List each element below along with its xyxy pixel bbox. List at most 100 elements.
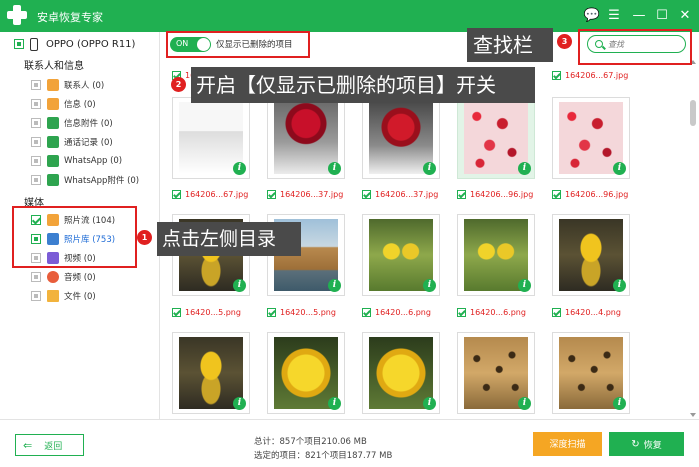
info-icon[interactable]: i (613, 397, 626, 410)
file-name[interactable]: 16420...6.png (362, 306, 431, 318)
checkbox[interactable] (31, 137, 41, 147)
photo-thumbnail[interactable]: i (457, 214, 535, 296)
info-icon[interactable]: i (423, 162, 436, 175)
info-icon[interactable]: i (233, 162, 246, 175)
checkbox[interactable] (552, 70, 561, 80)
step-badge-2: 2 (171, 77, 186, 92)
photo-thumbnail[interactable]: i (552, 332, 630, 414)
info-icon[interactable]: i (518, 397, 531, 410)
checkbox[interactable] (362, 189, 371, 199)
checkbox[interactable] (362, 307, 371, 317)
photo-thumbnail[interactable]: i (552, 97, 630, 179)
info-icon[interactable]: i (613, 279, 626, 292)
info-icon[interactable]: i (423, 397, 436, 410)
sidebar-item-whatsapp-attachments[interactable]: WhatsApp附件 (0) (31, 173, 139, 187)
file-name[interactable]: 16420...4.png (552, 306, 621, 318)
red-petals-image (464, 102, 528, 174)
photo-thumbnail[interactable]: i (172, 97, 250, 179)
device-row[interactable]: OPPO (OPPO R11) (14, 37, 135, 51)
whatsapp-attachment-icon (47, 174, 59, 186)
leopard-image (559, 337, 623, 409)
photo-thumbnail[interactable]: i (362, 97, 440, 179)
sidebar-item-label: 文件 (0) (64, 292, 96, 302)
checkbox[interactable] (267, 189, 276, 199)
back-button[interactable]: ⇐ 返回 (15, 434, 84, 456)
file-name-text: 164206...96.jpg (470, 189, 534, 199)
scroll-thumb[interactable] (690, 100, 696, 126)
sidebar-item-audio[interactable]: 音频 (0) (31, 270, 96, 284)
file-name[interactable]: 16420...6.png (457, 306, 526, 318)
app-title: 安卓恢复专家 (37, 11, 103, 24)
checkbox[interactable] (552, 189, 561, 199)
file-name-text: 164206...67.jpg (185, 189, 249, 199)
photo-thumbnail[interactable]: i (552, 214, 630, 296)
checkbox[interactable] (457, 307, 466, 317)
app-logo-icon (6, 4, 28, 26)
info-icon[interactable]: i (518, 279, 531, 292)
chat-icon[interactable]: 💬 (583, 7, 601, 25)
checkbox[interactable] (172, 307, 181, 317)
yellow-flower-image (369, 337, 433, 409)
menu-icon[interactable]: ☰ (605, 7, 623, 25)
photo-thumbnail[interactable]: i (267, 97, 345, 179)
yellow-duck-image (179, 337, 243, 409)
file-name-text: 16420...4.png (565, 307, 621, 317)
checkbox[interactable] (31, 291, 41, 301)
file-name[interactable]: 16420...5.png (172, 306, 241, 318)
back-button-label: 返回 (44, 440, 63, 451)
maximize-icon[interactable]: ☐ (653, 7, 671, 25)
photo-thumbnail[interactable]: i (457, 97, 535, 179)
photo-thumbnail[interactable]: i (267, 332, 345, 414)
file-name[interactable]: 164206...96.jpg (552, 188, 628, 200)
checkbox[interactable] (31, 272, 41, 282)
checkbox[interactable] (552, 307, 561, 317)
message-icon (47, 98, 59, 110)
sidebar-item-messages[interactable]: 信息 (0) (31, 97, 96, 111)
recover-button[interactable]: ↻ 恢复 (609, 432, 684, 456)
file-name[interactable]: 16420...5.png (267, 306, 336, 318)
info-icon[interactable]: i (328, 397, 341, 410)
sidebar-item-files[interactable]: 文件 (0) (31, 289, 96, 303)
scroll-down-icon[interactable] (690, 413, 696, 417)
file-name-text: 164206...96.jpg (565, 189, 629, 199)
vertical-scrollbar[interactable] (689, 60, 697, 417)
sidebar-item-label: 联系人 (0) (64, 81, 105, 91)
sidebar-item-message-attachments[interactable]: 信息附件 (0) (31, 116, 113, 130)
info-icon[interactable]: i (518, 162, 531, 175)
file-name[interactable]: 164206...96.jpg (457, 188, 533, 200)
sidebar-item-contacts[interactable]: 联系人 (0) (31, 78, 104, 92)
red-petals-image (559, 102, 623, 174)
sidebar-item-call-log[interactable]: 通话记录 (0) (31, 135, 113, 149)
device-checkbox[interactable] (14, 39, 24, 49)
photo-thumbnail[interactable]: i (362, 214, 440, 296)
info-icon[interactable]: i (233, 279, 246, 292)
checkbox[interactable] (31, 118, 41, 128)
device-name: OPPO (OPPO R11) (46, 38, 136, 50)
photo-thumbnail[interactable]: i (362, 332, 440, 414)
checkbox[interactable] (31, 80, 41, 90)
info-icon[interactable]: i (328, 162, 341, 175)
file-name[interactable]: 164206...67.jpg (172, 188, 248, 200)
checkbox[interactable] (31, 156, 41, 166)
file-name[interactable]: 164206...37.jpg (267, 188, 343, 200)
info-icon[interactable]: i (328, 279, 341, 292)
checkbox[interactable] (31, 99, 41, 109)
close-icon[interactable]: ✕ (676, 7, 694, 25)
photo-thumbnail[interactable]: i (172, 332, 250, 414)
checkbox[interactable] (457, 189, 466, 199)
file-name[interactable]: 164206...67.jpg (552, 69, 628, 81)
deep-scan-button[interactable]: 深度扫描 (533, 432, 602, 456)
info-icon[interactable]: i (233, 397, 246, 410)
minimize-icon[interactable]: — (630, 7, 648, 25)
yellow-flower-image (274, 337, 338, 409)
info-icon[interactable]: i (613, 162, 626, 175)
refresh-icon: ↻ (631, 438, 640, 450)
file-name[interactable]: 164206...37.jpg (362, 188, 438, 200)
photo-thumbnail[interactable]: i (457, 332, 535, 414)
yellow-tulips-image (464, 219, 528, 291)
sidebar-item-whatsapp[interactable]: WhatsApp (0) (31, 154, 122, 168)
checkbox[interactable] (172, 189, 181, 199)
checkbox[interactable] (31, 175, 41, 185)
info-icon[interactable]: i (423, 279, 436, 292)
checkbox[interactable] (267, 307, 276, 317)
